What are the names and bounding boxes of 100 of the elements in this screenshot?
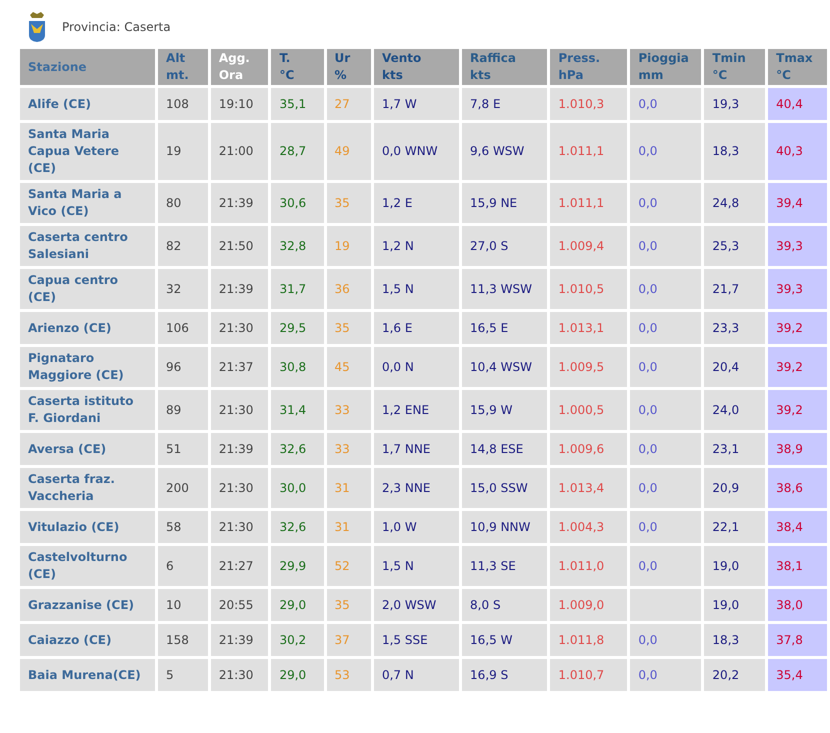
table-cell: 21:30 — [210, 468, 268, 508]
table-cell: 18,3 — [704, 123, 766, 180]
station-name: Arienzo (CE) — [20, 312, 156, 344]
table-cell: 21:30 — [210, 390, 268, 430]
table-cell: 22,1 — [704, 511, 766, 543]
table-cell: 19,0 — [704, 589, 766, 621]
table-cell: 108 — [158, 88, 208, 120]
table-cell: 0,0 — [630, 546, 702, 586]
table-cell: 30,2 — [271, 624, 324, 656]
table-cell: 39,3 — [768, 269, 827, 309]
column-header: Vento kts — [374, 49, 460, 85]
column-header: T. °C — [271, 49, 324, 85]
table-cell: 35 — [326, 183, 371, 223]
table-cell: 80 — [158, 183, 208, 223]
station-name: Santa Maria Capua Vetere (CE) — [20, 123, 156, 180]
table-cell: 32,6 — [271, 433, 324, 465]
table-cell: 10,9 NNW — [462, 511, 548, 543]
table-cell: 1.011,1 — [550, 123, 628, 180]
table-cell: 20,2 — [704, 659, 766, 691]
table-cell: 28,7 — [271, 123, 324, 180]
table-cell: 20,4 — [704, 347, 766, 387]
table-cell: 38,6 — [768, 468, 827, 508]
station-name: Grazzanise (CE) — [20, 589, 156, 621]
table-cell: 39,2 — [768, 312, 827, 344]
table-cell: 20,9 — [704, 468, 766, 508]
table-cell: 30,0 — [271, 468, 324, 508]
table-cell: 1,2 ENE — [374, 390, 460, 430]
table-cell: 15,9 W — [462, 390, 548, 430]
table-cell: 35,1 — [271, 88, 324, 120]
table-cell: 36 — [326, 269, 371, 309]
table-cell: 20:55 — [210, 589, 268, 621]
table-cell: 38,0 — [768, 589, 827, 621]
table-cell: 106 — [158, 312, 208, 344]
table-cell: 21,7 — [704, 269, 766, 309]
table-cell: 37 — [326, 624, 371, 656]
station-name: Caiazzo (CE) — [20, 624, 156, 656]
table-cell: 39,2 — [768, 347, 827, 387]
table-cell: 7,8 E — [462, 88, 548, 120]
table-cell: 19 — [326, 226, 371, 266]
table-cell: 40,4 — [768, 88, 827, 120]
table-cell: 21:00 — [210, 123, 268, 180]
table-cell: 2,3 NNE — [374, 468, 460, 508]
table-cell: 49 — [326, 123, 371, 180]
column-header: Alt mt. — [158, 49, 208, 85]
station-name: Caserta fraz. Vaccheria — [20, 468, 156, 508]
table-cell: 19 — [158, 123, 208, 180]
table-cell: 31,4 — [271, 390, 324, 430]
column-header: Ur % — [326, 49, 371, 85]
table-cell: 1.004,3 — [550, 511, 628, 543]
table-cell: 29,5 — [271, 312, 324, 344]
table-cell: 29,9 — [271, 546, 324, 586]
table-cell: 0,7 N — [374, 659, 460, 691]
table-cell: 200 — [158, 468, 208, 508]
table-cell: 32,8 — [271, 226, 324, 266]
table-cell: 21:39 — [210, 624, 268, 656]
table-cell: 0,0 — [630, 312, 702, 344]
table-cell: 1.009,4 — [550, 226, 628, 266]
table-cell: 1.010,5 — [550, 269, 628, 309]
table-cell: 1.011,0 — [550, 546, 628, 586]
table-cell: 21:37 — [210, 347, 268, 387]
station-name: Pignataro Maggiore (CE) — [20, 347, 156, 387]
table-cell: 14,8 ESE — [462, 433, 548, 465]
table-cell: 21:30 — [210, 659, 268, 691]
table-cell: 11,3 SE — [462, 546, 548, 586]
column-header: Press. hPa — [550, 49, 628, 85]
table-cell: 29,0 — [271, 659, 324, 691]
table-cell: 1.009,0 — [550, 589, 628, 621]
table-cell: 0,0 — [630, 624, 702, 656]
station-name: Caserta centro Salesiani — [20, 226, 156, 266]
table-cell: 1.010,7 — [550, 659, 628, 691]
column-header: Pioggia mm — [630, 49, 702, 85]
coat-of-arms-icon — [27, 11, 47, 43]
station-name: Vitulazio (CE) — [20, 511, 156, 543]
table-cell: 19:10 — [210, 88, 268, 120]
table-cell: 6 — [158, 546, 208, 586]
table-cell: 30,6 — [271, 183, 324, 223]
table-cell: 16,9 S — [462, 659, 548, 691]
table-cell: 19,3 — [704, 88, 766, 120]
table-cell: 51 — [158, 433, 208, 465]
table-cell: 38,9 — [768, 433, 827, 465]
table-cell: 0,0 — [630, 511, 702, 543]
column-header: Tmax °C — [768, 49, 827, 85]
table-cell: 38,1 — [768, 546, 827, 586]
table-cell: 1.000,5 — [550, 390, 628, 430]
column-header: Tmin °C — [704, 49, 766, 85]
table-cell — [630, 589, 702, 621]
column-header: Stazione — [20, 49, 156, 85]
table-cell: 0,0 — [630, 123, 702, 180]
table-cell: 1.009,6 — [550, 433, 628, 465]
table-cell: 21:30 — [210, 511, 268, 543]
table-cell: 21:50 — [210, 226, 268, 266]
table-cell: 35 — [326, 589, 371, 621]
station-name: Capua centro (CE) — [20, 269, 156, 309]
column-header: Raffica kts — [462, 49, 548, 85]
table-cell: 45 — [326, 347, 371, 387]
table-cell: 1.013,1 — [550, 312, 628, 344]
table-cell: 24,0 — [704, 390, 766, 430]
table-cell: 21:27 — [210, 546, 268, 586]
table-cell: 18,3 — [704, 624, 766, 656]
table-cell: 39,4 — [768, 183, 827, 223]
